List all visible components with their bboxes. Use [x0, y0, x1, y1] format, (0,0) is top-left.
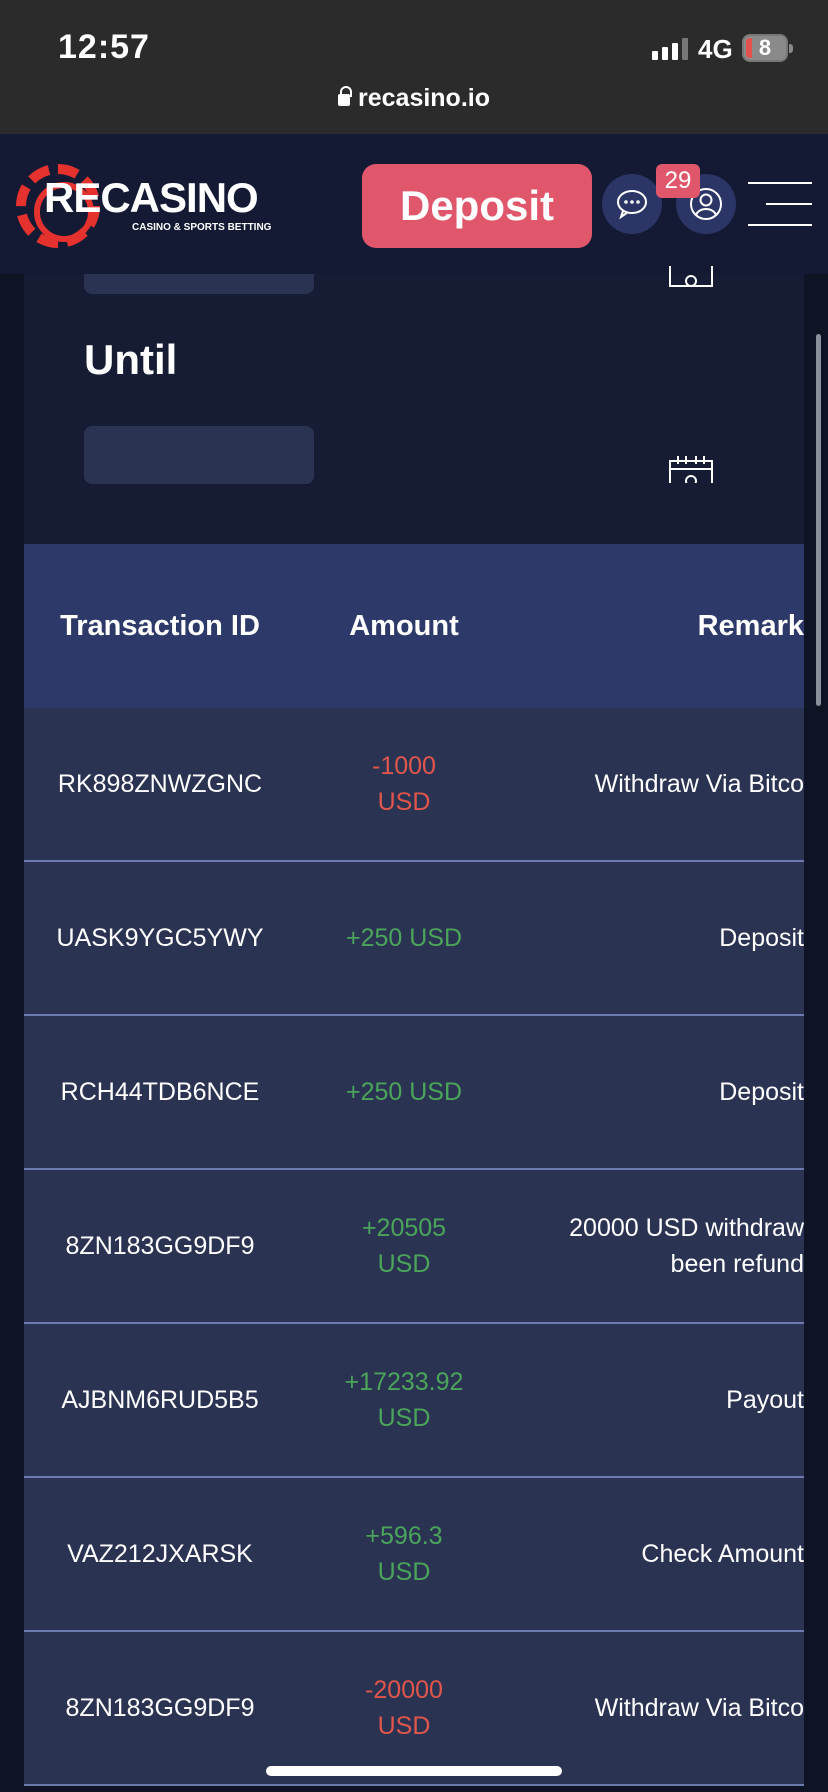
transaction-remark: 20000 USD withdraw been refund [504, 1170, 804, 1322]
remark-text: Withdraw Via Bitco [594, 770, 804, 798]
remark-text: Check Amount [641, 1540, 804, 1568]
transaction-id-text: RK898ZNWZGNC [57, 770, 263, 798]
table-row[interactable]: RK898ZNWZGNC -1000 USD Withdraw Via Bitco [24, 708, 804, 862]
transaction-id-text: VAZ212JXARSK [67, 1540, 253, 1568]
network-type: 4G [698, 34, 733, 64]
amount-value: -20000 [365, 1676, 443, 1704]
address-bar[interactable]: recasino.io [0, 84, 828, 113]
status-time: 12:57 [58, 28, 150, 66]
calendar-icon[interactable] [668, 453, 714, 483]
status-bar: 12:57 4G 8 recasino.io [0, 0, 828, 134]
table-row[interactable]: 8ZN183GG9DF9 +20505 USD 20000 USD withdraw b… [24, 1170, 804, 1324]
from-date-field[interactable] [84, 274, 314, 294]
amount-currency: USD [377, 1712, 431, 1740]
remark-text: Payout [726, 1386, 804, 1414]
date-filter-panel [24, 274, 804, 544]
logo-subtitle: CASINO & SPORTS BETTING [132, 222, 272, 233]
url-text: recasino.io [358, 84, 490, 112]
remark-text: Deposit [719, 924, 804, 952]
transaction-id: RCH44TDB6NCE [24, 1016, 296, 1168]
notification-badge: 29 [656, 164, 700, 198]
amount-currency: USD [377, 1558, 431, 1586]
battery-icon: 8 [742, 34, 793, 62]
column-header-remark: Remark [697, 609, 804, 642]
amount-value: +250 USD [345, 1078, 463, 1106]
transaction-remark: Payout [504, 1324, 804, 1476]
deposit-button[interactable]: Deposit [362, 164, 592, 248]
transaction-amount: +17233.92 USD [304, 1324, 504, 1476]
transaction-amount: +250 USD [304, 862, 504, 1014]
transaction-amount: +250 USD [304, 1016, 504, 1168]
transaction-amount: -1000 USD [304, 708, 504, 860]
transaction-id-text: 8ZN183GG9DF9 [65, 1694, 255, 1722]
amount-currency: USD [377, 1404, 431, 1432]
transaction-remark: Deposit [504, 862, 804, 1014]
remark-text-line2: been refund [670, 1250, 804, 1278]
amount-value: +17233.92 [344, 1368, 464, 1396]
amount-value: -1000 [372, 752, 436, 780]
table-header: Transaction ID Amount Remark [24, 544, 804, 708]
amount-value: +20505 [361, 1214, 447, 1242]
transaction-id-text: RCH44TDB6NCE [60, 1078, 260, 1106]
transaction-amount: +20505 USD [304, 1170, 504, 1322]
battery-level: 8 [758, 35, 772, 60]
remark-text: Deposit [719, 1078, 804, 1106]
table-body: RK898ZNWZGNC -1000 USD Withdraw Via Bitco UA… [24, 708, 804, 1786]
recasino-logo[interactable]: RECASINO CASINO & SPORTS BETTING [16, 160, 271, 250]
table-row[interactable]: RCH44TDB6NCE +250 USD Deposit [24, 1016, 804, 1170]
remark-text: 20000 USD withdraw [569, 1214, 804, 1242]
transaction-id: RK898ZNWZGNC [24, 708, 296, 860]
chat-icon [617, 190, 647, 219]
signal-icon [652, 38, 688, 60]
transaction-remark: Withdraw Via Bitco [504, 708, 804, 860]
menu-line [748, 182, 812, 184]
remark-text: Withdraw Via Bitco [594, 1694, 804, 1722]
transaction-amount: +596.3 USD [304, 1478, 504, 1630]
until-date-field[interactable] [84, 426, 314, 484]
transaction-amount: -20000 USD [304, 1632, 504, 1784]
transaction-id-text: AJBNM6RUD5B5 [61, 1386, 259, 1414]
logo-text: RECASINO [44, 174, 259, 221]
menu-line [748, 224, 812, 226]
transaction-remark: Check Amount [504, 1478, 804, 1630]
amount-value: +596.3 [365, 1522, 443, 1550]
transaction-id-text: UASK9YGC5YWY [56, 924, 264, 952]
transaction-id: VAZ212JXARSK [24, 1478, 296, 1630]
transaction-id: 8ZN183GG9DF9 [24, 1170, 296, 1322]
transaction-remark: Deposit [504, 1016, 804, 1168]
table-row[interactable]: 8ZN183GG9DF9 -20000 USD Withdraw Via Bitco [24, 1632, 804, 1786]
transaction-id: AJBNM6RUD5B5 [24, 1324, 296, 1476]
transaction-id: 8ZN183GG9DF9 [24, 1632, 296, 1784]
table-row[interactable]: UASK9YGC5YWY +250 USD Deposit [24, 862, 804, 1016]
lock-icon [338, 86, 352, 106]
transaction-remark: Withdraw Via Bitco [504, 1632, 804, 1784]
until-label: Until [84, 336, 178, 383]
chat-button[interactable] [602, 174, 662, 234]
transaction-id-text: 8ZN183GG9DF9 [65, 1232, 255, 1260]
table-row[interactable]: AJBNM6RUD5B5 +17233.92 USD Payout [24, 1324, 804, 1478]
transactions-table: Transaction ID Amount Remark RK898ZNWZGN… [24, 544, 804, 1786]
hamburger-menu-button[interactable] [748, 182, 812, 226]
amount-currency: USD [377, 1250, 431, 1278]
column-header-transaction-id: Transaction ID [60, 609, 260, 642]
column-header-amount: Amount [349, 609, 459, 642]
site-header: RECASINO CASINO & SPORTS BETTING Deposit… [0, 134, 828, 274]
calendar-icon[interactable] [668, 266, 714, 296]
transaction-id: UASK9YGC5YWY [24, 862, 296, 1014]
menu-line [766, 203, 812, 205]
table-row[interactable]: VAZ212JXARSK +596.3 USD Check Amount [24, 1478, 804, 1632]
home-indicator[interactable] [266, 1766, 562, 1776]
amount-currency: USD [377, 788, 431, 816]
amount-value: +250 USD [345, 924, 463, 952]
scrollbar[interactable] [816, 334, 821, 706]
